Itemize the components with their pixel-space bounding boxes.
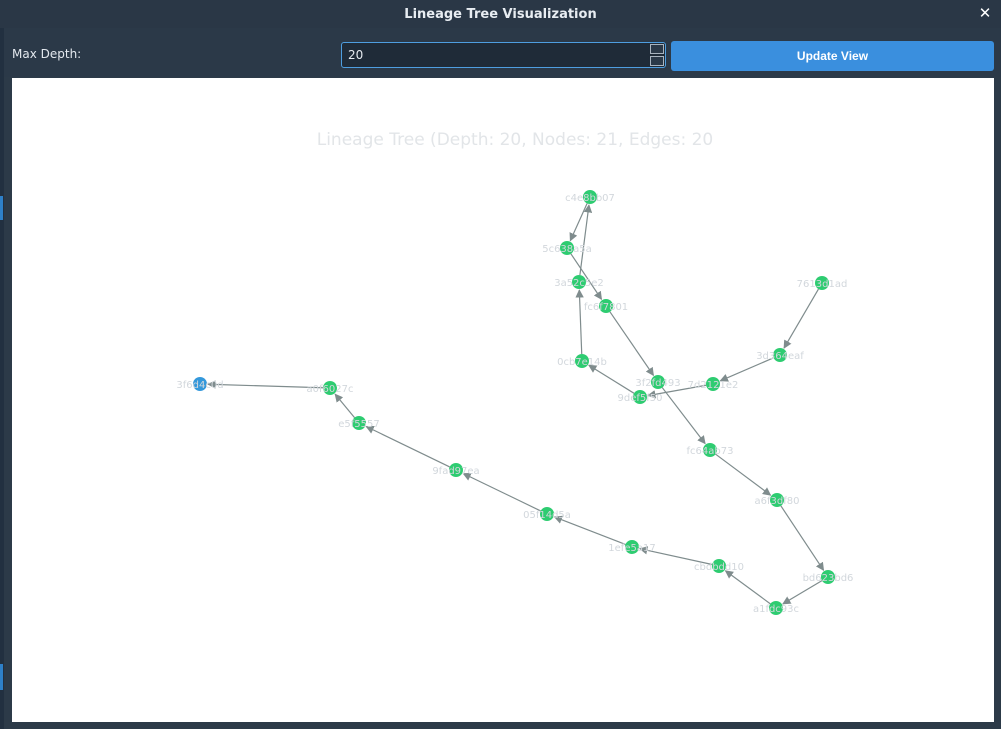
max-depth-spinbox[interactable] (341, 42, 666, 68)
graph-edge (715, 453, 772, 496)
graph-edge (724, 570, 771, 605)
node-label: 3a52c5e2 (554, 278, 604, 289)
node-label: 3f2fd493 (635, 378, 680, 389)
graph-edge (553, 515, 626, 546)
graph-edge (780, 505, 825, 572)
node-label: a6f3df80 (755, 496, 800, 507)
node-label: 9def5f50 (618, 393, 663, 404)
node-label: 7613d1ad (797, 279, 848, 290)
window-title: Lineage Tree Visualization (404, 6, 597, 22)
node-label: 3d364eaf (756, 351, 804, 362)
update-view-button[interactable]: Update View (671, 41, 994, 71)
controls-bar: Max Depth: Update View (4, 28, 1001, 77)
node-label: 3f6d4c0d (176, 380, 223, 391)
lineage-graph: Lineage Tree (Depth: 20, Nodes: 21, Edge… (176, 130, 853, 615)
node-label: 1efe5a17 (608, 543, 655, 554)
graph-edge (609, 311, 654, 377)
max-depth-label: Max Depth: (12, 47, 82, 61)
node-label: bd623bd6 (803, 573, 854, 584)
spin-buttons[interactable] (650, 44, 664, 66)
node-label: fc64ab73 (687, 446, 734, 457)
node-label: fc6f7801 (584, 302, 628, 313)
background-selection-mark (0, 664, 3, 690)
graph-edge (588, 364, 635, 394)
title-bar: Lineage Tree Visualization ✕ (0, 0, 1001, 28)
graph-canvas[interactable]: Lineage Tree (Depth: 20, Nodes: 21, Edge… (12, 78, 994, 722)
node-label: 0cb7e14b (557, 357, 607, 368)
graph-edge (782, 580, 823, 605)
node-label: 9fad97ea (432, 466, 479, 477)
graph-title: Lineage Tree (Depth: 20, Nodes: 21, Edge… (317, 130, 714, 150)
background-selection-mark (0, 196, 3, 220)
graph-edge (783, 288, 819, 349)
node-label: 7d2121e2 (688, 380, 739, 391)
nodes-layer: 3f6d4c0d a0f6027c e5f5557 9fad97ea 05f14d5a 1… (176, 190, 853, 615)
close-icon[interactable]: ✕ (977, 5, 993, 21)
node-label: a0f6027c (307, 384, 354, 395)
node-label: cbdbdd10 (694, 562, 744, 573)
node-label: c4e8bb07 (565, 193, 615, 204)
node-label: a1fdc93c (753, 604, 799, 615)
graph-edge (334, 393, 355, 418)
graph-edge (575, 289, 584, 355)
graph-edge (661, 387, 706, 445)
node-label: 5c638a5a (542, 244, 592, 255)
graph-edge (365, 425, 450, 468)
node-label: e5f5557 (338, 419, 379, 430)
graph-edge (462, 472, 541, 512)
background-window-strip (0, 28, 4, 729)
max-depth-input[interactable] (342, 43, 642, 67)
spin-down-icon[interactable] (650, 56, 664, 66)
node-label: 05f14d5a (523, 510, 571, 521)
spin-up-icon[interactable] (650, 44, 664, 54)
edges-layer (207, 203, 825, 605)
